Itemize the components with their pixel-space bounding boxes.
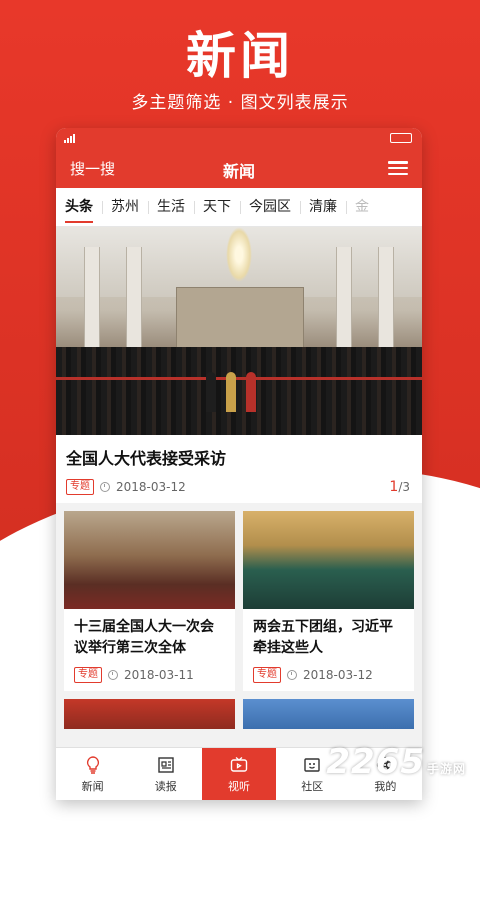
clock-icon xyxy=(108,670,118,680)
news-thumbnail xyxy=(64,511,235,609)
status-bar xyxy=(56,128,422,148)
category-tabs: 头条 苏州 生活 天下 今园区 清廉 金 xyxy=(56,188,422,227)
headline-title[interactable]: 全国人大代表接受采访 xyxy=(66,445,412,469)
tv-icon xyxy=(230,756,248,772)
tab-life[interactable]: 生活 xyxy=(148,188,194,226)
news-title[interactable]: 十三届全国人大一次会议举行第三次全体 xyxy=(64,609,235,661)
nav-label: 读报 xyxy=(154,779,177,793)
pager-current: 1 xyxy=(389,479,399,495)
news-grid-next-row xyxy=(56,691,422,729)
news-date: 2018-03-12 xyxy=(303,668,373,682)
topic-badge: 专题 xyxy=(66,479,94,495)
news-card[interactable]: 十三届全国人大一次会议举行第三次全体 专题 2018-03-11 xyxy=(64,511,235,691)
news-grid: 十三届全国人大一次会议举行第三次全体 专题 2018-03-11 两会五下团组，… xyxy=(56,503,422,691)
topic-badge: 专题 xyxy=(74,667,102,683)
menu-icon[interactable] xyxy=(388,161,408,175)
nav-label: 新闻 xyxy=(81,779,104,793)
news-thumbnail xyxy=(243,511,414,609)
tab-world[interactable]: 天下 xyxy=(194,188,240,226)
tab-integrity[interactable]: 清廉 xyxy=(300,188,346,226)
nav-video[interactable]: 视听 xyxy=(202,748,276,800)
promo-title: 新闻 xyxy=(186,27,294,85)
news-thumbnail[interactable] xyxy=(243,699,414,729)
promo-subtitle: 多主题筛选 · 图文列表展示 xyxy=(131,93,349,113)
news-date: 2018-03-11 xyxy=(124,668,194,682)
clock-icon xyxy=(100,482,110,492)
tab-headlines[interactable]: 头条 xyxy=(56,188,102,226)
nav-news[interactable]: 新闻 xyxy=(56,748,129,800)
news-title[interactable]: 两会五下团组，习近平牵挂这些人 xyxy=(243,609,414,661)
tab-park[interactable]: 今园区 xyxy=(240,188,300,226)
headline-meta: 专题 2018-03-12 xyxy=(66,479,412,495)
news-thumbnail[interactable] xyxy=(64,699,235,729)
pager-total: /3 xyxy=(398,480,410,494)
nav-label: 社区 xyxy=(301,779,324,793)
topic-badge: 专题 xyxy=(253,667,281,683)
newspaper-icon xyxy=(158,756,174,773)
clock-icon xyxy=(287,670,297,680)
phone-frame: 搜一搜 新闻 头条 苏州 生活 天下 今园区 清廉 金 全国人大代表接受采访 专… xyxy=(56,128,422,800)
watermark-text: 2265 xyxy=(326,742,425,782)
site-watermark: 2265 手游网 xyxy=(326,742,466,782)
news-meta: 专题 2018-03-11 xyxy=(64,667,235,691)
watermark-suffix: 手游网 xyxy=(426,762,466,776)
tab-finance[interactable]: 金 xyxy=(346,188,378,226)
carousel-pager: 1/3 xyxy=(389,479,410,495)
top-navbar: 搜一搜 新闻 xyxy=(56,148,422,188)
headline-date: 2018-03-12 xyxy=(116,480,186,494)
news-card[interactable]: 两会五下团组，习近平牵挂这些人 专题 2018-03-12 xyxy=(243,511,414,691)
community-icon xyxy=(304,757,320,772)
news-meta: 专题 2018-03-12 xyxy=(243,667,414,691)
signal-icon xyxy=(64,134,75,143)
nav-label: 视听 xyxy=(228,779,250,793)
nav-paper[interactable]: 读报 xyxy=(129,748,202,800)
battery-icon xyxy=(390,133,412,143)
page-title: 新闻 xyxy=(222,162,255,181)
lightbulb-icon xyxy=(86,755,99,774)
headline-card[interactable]: 全国人大代表接受采访 专题 2018-03-12 1/3 xyxy=(56,435,422,503)
tab-suzhou[interactable]: 苏州 xyxy=(102,188,148,226)
headline-image[interactable] xyxy=(56,227,422,435)
